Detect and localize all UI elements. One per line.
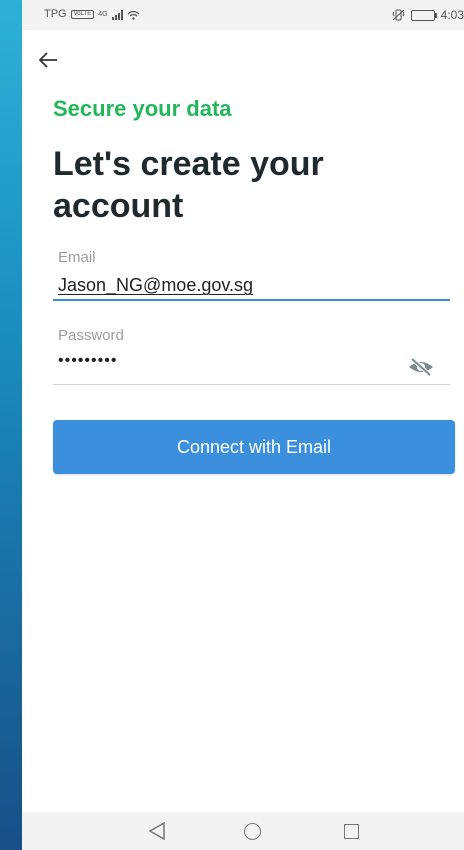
status-time: 4:03 <box>440 7 464 22</box>
status-left-group: TPG VoLTE 4G <box>44 9 140 20</box>
email-field-underline <box>53 299 450 301</box>
device-frame-edge <box>0 0 22 850</box>
network-type-label: 4G <box>98 11 108 18</box>
nav-recents-icon[interactable] <box>344 824 359 839</box>
back-arrow-icon <box>38 52 57 68</box>
volte-badge: VoLTE <box>70 10 95 19</box>
email-label: Email <box>58 249 96 266</box>
battery-icon <box>410 9 437 21</box>
signal-icon <box>111 9 123 20</box>
wifi-icon <box>127 10 139 20</box>
connect-with-email-button[interactable]: Connect with Email <box>53 420 455 474</box>
status-right-group: 4:03 <box>392 9 464 21</box>
status-bar: TPG VoLTE 4G 4:03 <box>22 0 464 30</box>
page-title: Let's create your account <box>53 145 324 225</box>
back-button[interactable] <box>38 50 68 74</box>
password-field[interactable]: ••••••••• <box>58 352 117 370</box>
page-subtitle: Secure your data <box>53 96 232 121</box>
app-screen: TPG VoLTE 4G 4:03 Secure your data Let's… <box>22 0 464 850</box>
vibrate-icon <box>392 9 405 21</box>
nav-back-icon[interactable] <box>147 822 167 840</box>
email-field[interactable]: Jason_NG@moe.gov.sg <box>58 275 253 296</box>
nav-home-icon[interactable] <box>244 823 261 840</box>
password-label: Password <box>58 327 124 344</box>
system-nav-bar <box>22 812 464 850</box>
carrier-label: TPG <box>44 8 67 20</box>
eye-off-icon[interactable] <box>407 356 435 378</box>
password-field-underline <box>53 384 450 385</box>
